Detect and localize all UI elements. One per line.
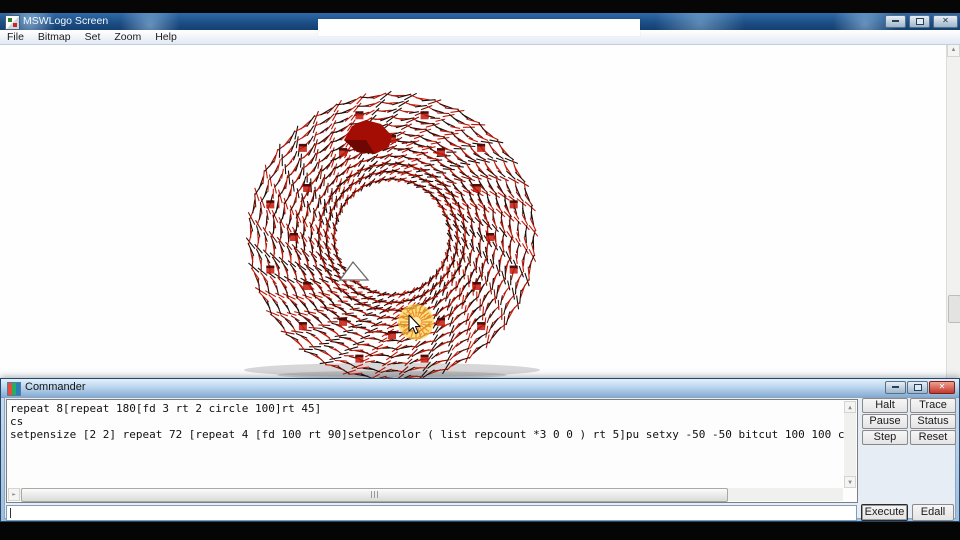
minimize-button[interactable] xyxy=(885,15,906,28)
step-button[interactable]: Step xyxy=(862,430,908,445)
scroll-down-button[interactable]: ▼ xyxy=(844,476,856,488)
scroll-up-button[interactable]: ▲ xyxy=(844,401,856,413)
status-button[interactable]: Status xyxy=(910,414,956,429)
commander-close-button[interactable]: ✕ xyxy=(929,381,955,394)
scroll-up-button[interactable]: ▲ xyxy=(947,44,960,57)
commander-window: Commander ✕ repeat 8[repeat 180[fd 3 rt … xyxy=(0,378,960,522)
menu-item-help[interactable]: Help xyxy=(148,31,184,43)
reset-button[interactable]: Reset xyxy=(910,430,956,445)
commander-restore-button[interactable] xyxy=(907,381,928,394)
menu-item-file[interactable]: File xyxy=(0,31,31,43)
canvas-scroll-thumb[interactable] xyxy=(948,295,960,323)
execute-button[interactable]: Execute xyxy=(861,504,908,521)
commander-icon xyxy=(7,382,21,396)
commander-titlebar: Commander ✕ xyxy=(1,379,959,398)
commander-minimize-button[interactable] xyxy=(885,381,906,394)
commander-title: Commander xyxy=(25,381,86,393)
text-caret xyxy=(10,508,11,518)
trace-button[interactable]: Trace xyxy=(910,398,956,413)
menu-item-set[interactable]: Set xyxy=(78,31,108,43)
mswlogo-icon xyxy=(5,15,20,30)
menu-item-zoom[interactable]: Zoom xyxy=(107,31,148,43)
drawing-canvas xyxy=(0,44,960,379)
letterbox-top xyxy=(0,0,960,13)
command-input[interactable] xyxy=(6,505,857,521)
edall-button[interactable]: Edall xyxy=(912,504,954,521)
menu-item-bitmap[interactable]: Bitmap xyxy=(31,31,78,43)
turtle-graphics xyxy=(0,44,960,379)
letterbox-bottom xyxy=(0,522,960,540)
canvas-vertical-scrollbar[interactable]: ▲ xyxy=(946,44,960,379)
overlay-window xyxy=(318,19,640,36)
scroll-grip xyxy=(371,491,380,498)
window-title: MSWLogo Screen xyxy=(23,15,108,27)
restore-button[interactable] xyxy=(909,15,930,28)
history-line: repeat 8[repeat 180[fd 3 rt 2 circle 100… xyxy=(7,402,857,415)
horizontal-scrollbar[interactable]: ◄ ► xyxy=(8,488,843,501)
pause-button[interactable]: Pause xyxy=(862,414,908,429)
horizontal-scroll-thumb[interactable] xyxy=(21,488,728,502)
history-line: cs xyxy=(7,415,857,428)
turtle-icon xyxy=(340,262,368,280)
scroll-right-button[interactable]: ► xyxy=(8,488,20,501)
vertical-scrollbar[interactable]: ▲ ▼ xyxy=(844,401,856,488)
history-line: setpensize [2 2] repeat 72 [repeat 4 [fd… xyxy=(7,428,857,441)
close-button[interactable]: ✕ xyxy=(933,15,958,28)
command-history[interactable]: repeat 8[repeat 180[fd 3 rt 2 circle 100… xyxy=(6,399,858,503)
halt-button[interactable]: Halt xyxy=(862,398,908,413)
